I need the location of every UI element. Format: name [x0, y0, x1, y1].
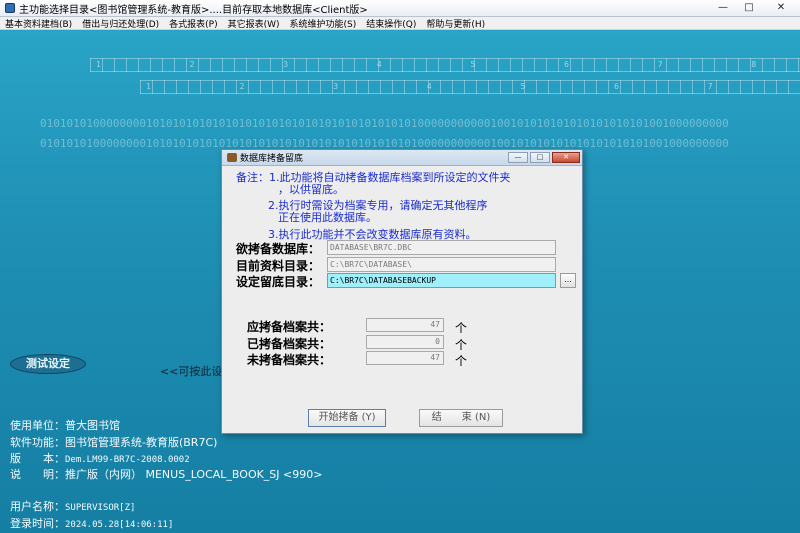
- info-version-label: 版 本：: [10, 452, 65, 465]
- remaining-files-value: 47: [366, 351, 444, 365]
- decorative-ruler-bottom: 1 2 3 4 5 6 7 8 9 0 1 2 3 4: [140, 80, 800, 94]
- menu-help[interactable]: 帮助与更新(H): [421, 17, 490, 30]
- test-settings-button[interactable]: 测试设定: [10, 354, 86, 374]
- info-unit: 使用单位：普大图书馆: [10, 417, 120, 433]
- total-files-value: 47: [366, 318, 444, 332]
- info-version-value: Dem.LM99-BR7C-2008.0002: [65, 455, 190, 465]
- info-version: 版 本：Dem.LM99-BR7C-2008.0002: [10, 450, 190, 466]
- dialog-minimize-button[interactable]: —: [508, 152, 528, 163]
- database-label: 欲拷备数据库：: [236, 242, 321, 256]
- menu-bar: 基本资料建档(B) 借出与归还处理(D) 各式报表(P) 其它报表(W) 系统维…: [0, 17, 800, 30]
- start-backup-button[interactable]: 开始拷备 (Y): [308, 409, 386, 427]
- data-directory-label: 目前资料目录：: [236, 259, 321, 273]
- minimize-button[interactable]: —: [710, 0, 736, 17]
- info-description: 说 明：推广版（内网） MENUS_LOCAL_BOOK_SJ <990>: [10, 466, 322, 482]
- info-user-label: 用户名称：: [10, 500, 65, 513]
- info-software-label: 软件功能：: [10, 436, 65, 449]
- backup-directory-field[interactable]: C:\BR7C\DATABASEBACKUP: [327, 273, 556, 288]
- database-field[interactable]: DATABASE\BR7C.DBC: [327, 240, 556, 255]
- info-software-value: 图书馆管理系统-教育版(BR7C): [65, 436, 218, 449]
- info-login-time: 登录时间：2024.05.28[14:06:11]: [10, 515, 173, 531]
- menu-exit[interactable]: 结束操作(Q): [361, 17, 421, 30]
- data-directory-field[interactable]: C:\BR7C\DATABASE\: [327, 257, 556, 272]
- menu-reports[interactable]: 各式报表(P): [164, 17, 222, 30]
- info-description-label: 说 明：: [10, 468, 65, 481]
- dialog-title: 数据库拷备留底: [240, 154, 304, 164]
- info-description-value: 推广版（内网） MENUS_LOCAL_BOOK_SJ <990>: [65, 468, 323, 481]
- info-unit-label: 使用单位：: [10, 419, 65, 432]
- menu-basic-data[interactable]: 基本资料建档(B): [0, 17, 77, 30]
- menu-other-reports[interactable]: 其它报表(W): [223, 17, 285, 30]
- window-title: 主功能选择目录<图书馆管理系统-教育版>....目前存取本地数据库<Client…: [19, 4, 368, 16]
- total-files-label: 应拷备档案共：: [247, 320, 332, 334]
- browse-button[interactable]: ...: [560, 273, 576, 288]
- end-button[interactable]: 结 束 (N): [419, 409, 503, 427]
- info-user: 用户名称：SUPERVISOR[Z]: [10, 498, 135, 514]
- copied-files-unit: 个: [455, 338, 468, 352]
- backup-dialog: 数据库拷备留底 — □ ✕ 备注：1.此功能将自动拷备数据库档案到所设定的文件夹…: [221, 149, 583, 434]
- info-unit-value: 普大图书馆: [65, 419, 120, 432]
- dialog-titlebar: 数据库拷备留底 — □ ✕: [222, 150, 582, 166]
- menu-lend-return[interactable]: 借出与归还处理(D): [77, 17, 164, 30]
- remaining-files-label: 未拷备档案共：: [247, 353, 332, 367]
- maximize-button[interactable]: □: [736, 0, 762, 17]
- info-login-label: 登录时间：: [10, 517, 65, 530]
- note-line-2b: 正在使用此数据库。: [278, 211, 377, 224]
- dialog-maximize-button[interactable]: □: [530, 152, 550, 163]
- close-button[interactable]: ✕: [762, 0, 800, 17]
- info-user-value: SUPERVISOR[Z]: [65, 503, 136, 513]
- copied-files-value: 0: [366, 335, 444, 349]
- app-icon: [5, 3, 15, 13]
- decorative-ruler-top: 1 2 3 4 5 6 7 8 9 0: [90, 58, 800, 72]
- total-files-unit: 个: [455, 321, 468, 335]
- database-icon: [227, 153, 237, 162]
- backup-directory-label: 设定留底目录：: [236, 275, 321, 289]
- menu-system-maintenance[interactable]: 系统维护功能(S): [285, 17, 362, 30]
- dialog-window-controls: — □ ✕: [508, 152, 580, 163]
- test-settings-hint: <<可按此设: [160, 365, 223, 378]
- info-software: 软件功能：图书馆管理系统-教育版(BR7C): [10, 434, 217, 450]
- note-line-1b: ，以供留底。: [278, 183, 344, 196]
- decorative-binary-line-1: 0101010100000000101010101010101010101010…: [40, 117, 729, 130]
- copied-files-label: 已拷备档案共：: [247, 337, 332, 351]
- window-titlebar: 主功能选择目录<图书馆管理系统-教育版>....目前存取本地数据库<Client…: [0, 0, 800, 17]
- remaining-files-unit: 个: [455, 354, 468, 368]
- window-controls: — □ ✕: [710, 0, 800, 17]
- info-login-value: 2024.05.28[14:06:11]: [65, 520, 174, 530]
- dialog-close-button[interactable]: ✕: [552, 152, 580, 163]
